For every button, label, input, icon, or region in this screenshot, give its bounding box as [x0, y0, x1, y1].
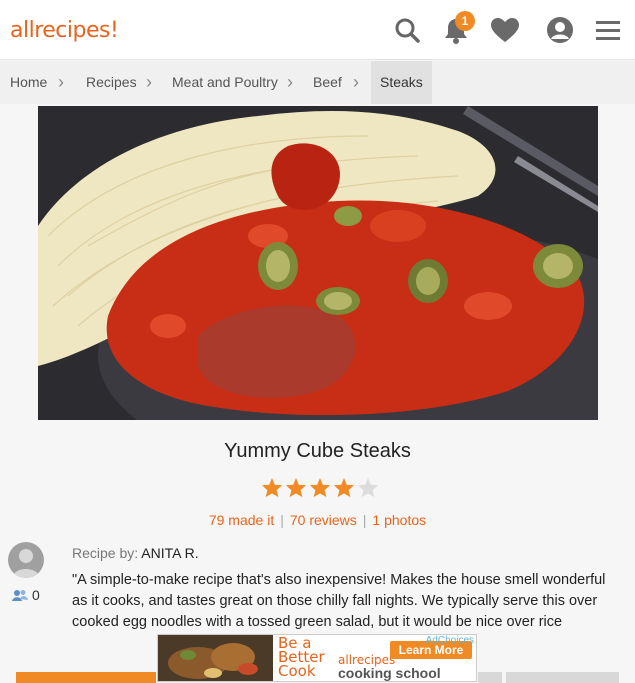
allrecipes-logo[interactable]: allrecipes! [10, 18, 119, 43]
breadcrumb: Home › Recipes › Meat and Poultry › Beef… [0, 61, 635, 104]
notifications-button[interactable]: 1 [441, 11, 475, 46]
recipe-photo-illustration [38, 106, 598, 420]
author-avatar[interactable] [8, 542, 44, 578]
recipe-title: Yummy Cube Steaks [224, 440, 411, 462]
heart-icon[interactable] [490, 14, 520, 46]
search-icon[interactable] [392, 14, 422, 46]
breadcrumb-meat-and-poultry[interactable]: Meat and Poultry [172, 61, 278, 104]
breadcrumb-recipes[interactable]: Recipes [86, 61, 137, 104]
breadcrumb-steaks[interactable]: Steaks [371, 61, 432, 104]
chevron-right-icon: › [287, 72, 293, 92]
reviews-link[interactable]: 70 reviews [290, 512, 357, 528]
logo-text: allrecipes [10, 18, 110, 43]
divider: | [362, 512, 367, 528]
followers-icon [12, 590, 28, 601]
menu-icon[interactable] [593, 14, 623, 46]
breadcrumb-home[interactable]: Home [10, 61, 47, 104]
profile-icon[interactable] [545, 14, 575, 46]
primary-action-bar[interactable] [16, 672, 156, 683]
secondary-action-bar[interactable] [506, 672, 619, 683]
chevron-right-icon: › [146, 72, 152, 92]
star-filled-icon [333, 477, 355, 498]
recipe-photo[interactable] [38, 106, 598, 420]
avatar-silhouette-icon [12, 549, 40, 578]
divider: | [280, 512, 284, 528]
recipe-meta: 79 made it | 70 reviews | 1 photos [0, 512, 635, 528]
secondary-action-bar[interactable] [478, 672, 502, 683]
recipe-description: "A simple-to-make recipe that's also ine… [72, 572, 606, 630]
star-empty-icon [357, 477, 379, 498]
chevron-right-icon: › [353, 72, 359, 92]
logo-mark: ! [109, 18, 119, 43]
ad-headline: Be a Better Cook [278, 634, 325, 680]
ad-food-image [158, 635, 273, 681]
photos-link[interactable]: 1 photos [372, 512, 426, 528]
star-filled-icon [261, 477, 283, 498]
followers-number: 0 [32, 587, 40, 603]
byline-label: Recipe by: [72, 545, 139, 561]
made-it-link[interactable]: 79 made it [209, 512, 274, 528]
star-filled-icon [285, 477, 307, 498]
chevron-right-icon: › [58, 72, 64, 92]
followers-count[interactable]: 0 [12, 587, 40, 603]
ad-choices-link[interactable]: AdChoices [426, 635, 474, 646]
star-filled-icon [309, 477, 331, 498]
author-name[interactable]: ANITA R. [141, 545, 198, 561]
notification-badge: 1 [455, 11, 475, 31]
recipe-byline: Recipe by: ANITA R. [72, 545, 199, 561]
top-bar: allrecipes! 1 [0, 0, 635, 60]
ad-banner[interactable]: Be a Better Cook allrecipes cooking scho… [157, 634, 477, 682]
breadcrumb-beef[interactable]: Beef [313, 61, 342, 104]
ad-tagline: cooking school [338, 665, 441, 681]
star-rating[interactable] [261, 477, 379, 498]
